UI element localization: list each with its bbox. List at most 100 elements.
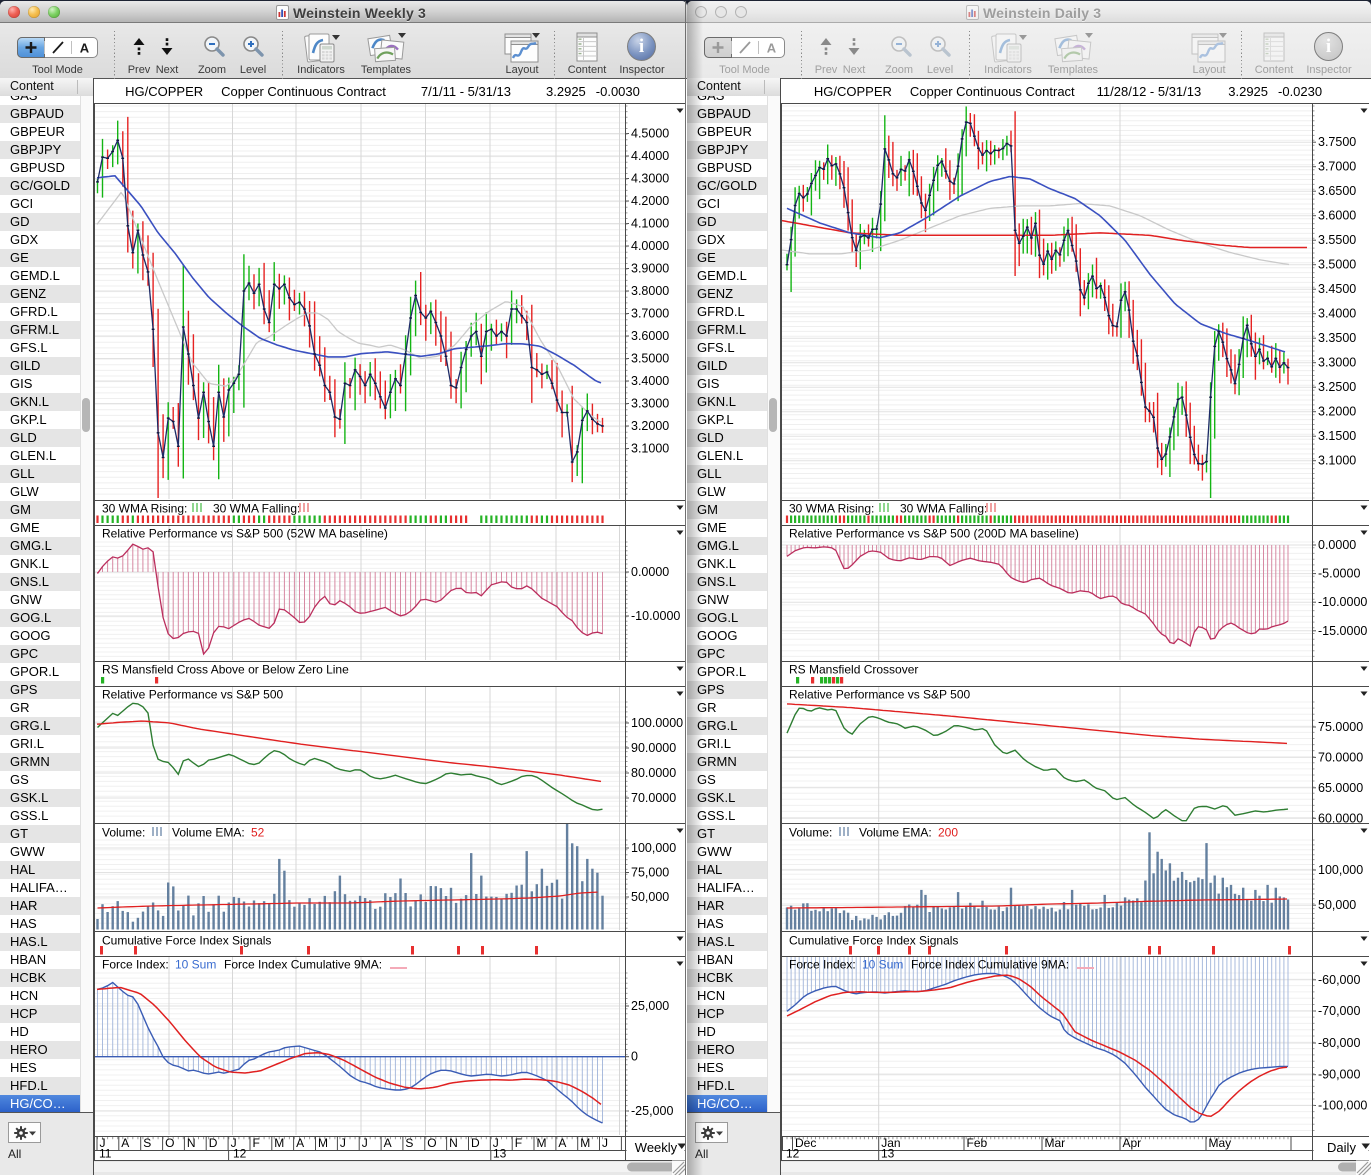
- svg-text:10 Sum: 10 Sum: [175, 958, 216, 972]
- svg-text:12: 12: [786, 1147, 800, 1161]
- svg-text:May: May: [1209, 1136, 1232, 1150]
- svg-text:S: S: [143, 1136, 151, 1150]
- svg-text:A: A: [296, 1136, 304, 1150]
- svg-text:Relative Performance vs S&P 50: Relative Performance vs S&P 500 (200D MA…: [789, 527, 1079, 541]
- svg-text:Mar: Mar: [1045, 1136, 1066, 1150]
- svg-text:4.5000: 4.5000: [631, 127, 669, 141]
- svg-text:Force Index Cumulative 9MA:: Force Index Cumulative 9MA:: [911, 958, 1069, 972]
- svg-text:3.7000: 3.7000: [631, 307, 669, 321]
- svg-text:3.2500: 3.2500: [1318, 380, 1356, 394]
- svg-text:3.3000: 3.3000: [631, 397, 669, 411]
- svg-text:25,000: 25,000: [631, 999, 669, 1013]
- svg-text:A: A: [767, 41, 777, 56]
- svg-text:4.0000: 4.0000: [631, 239, 669, 253]
- svg-text:0.0000: 0.0000: [631, 565, 669, 579]
- svg-text:0.0000: 0.0000: [1318, 538, 1356, 552]
- svg-text:100,000: 100,000: [1318, 863, 1363, 877]
- svg-text:Force Index:: Force Index:: [102, 958, 169, 972]
- svg-text:Apr: Apr: [1123, 1136, 1142, 1150]
- svg-text:M: M: [537, 1136, 547, 1150]
- svg-text:Daily: Daily: [1327, 1140, 1356, 1155]
- svg-text:4.1000: 4.1000: [631, 217, 669, 231]
- svg-text:Cumulative Force Index Signals: Cumulative Force Index Signals: [789, 934, 958, 948]
- svg-text:D: D: [471, 1136, 480, 1150]
- svg-text:Volume EMA:: Volume EMA:: [172, 826, 245, 840]
- svg-text:90.0000: 90.0000: [631, 741, 676, 755]
- svg-text:3.8000: 3.8000: [631, 284, 669, 298]
- svg-text:3.6500: 3.6500: [1318, 184, 1356, 198]
- svg-text:J: J: [340, 1136, 346, 1150]
- svg-text:3.4500: 3.4500: [1318, 282, 1356, 296]
- svg-text:J: J: [602, 1136, 608, 1150]
- svg-text:Cumulative Force Index Signals: Cumulative Force Index Signals: [102, 934, 271, 948]
- svg-text:4.3000: 4.3000: [631, 172, 669, 186]
- svg-text:11: 11: [99, 1147, 112, 1161]
- svg-text:3.6000: 3.6000: [631, 329, 669, 343]
- svg-text:Relative Performance vs S&P 50: Relative Performance vs S&P 500 (52W MA …: [102, 527, 388, 541]
- svg-text:3.1000: 3.1000: [631, 442, 669, 456]
- svg-text:3.3500: 3.3500: [1318, 331, 1356, 345]
- svg-text:3.4000: 3.4000: [1318, 307, 1356, 321]
- svg-text:-5.0000: -5.0000: [1318, 567, 1360, 581]
- svg-text:50,000: 50,000: [631, 890, 669, 904]
- svg-text:A: A: [121, 1136, 129, 1150]
- svg-text:Volume:: Volume:: [789, 826, 832, 840]
- svg-text:Weekly: Weekly: [635, 1140, 678, 1155]
- svg-text:O: O: [165, 1136, 174, 1150]
- svg-text:3.7000: 3.7000: [1318, 160, 1356, 174]
- svg-text:-15.0000: -15.0000: [1318, 624, 1367, 638]
- svg-text:13: 13: [493, 1147, 507, 1161]
- svg-text:-25,000: -25,000: [631, 1104, 673, 1118]
- svg-text:Relative Performance vs S&P 50: Relative Performance vs S&P 500: [102, 688, 284, 702]
- svg-text:12: 12: [233, 1147, 247, 1161]
- svg-text:-10.0000: -10.0000: [631, 609, 680, 623]
- svg-text:-60,000: -60,000: [1318, 973, 1360, 987]
- svg-text:Volume EMA:: Volume EMA:: [859, 826, 932, 840]
- svg-text:Volume:: Volume:: [102, 826, 145, 840]
- svg-text:3.5000: 3.5000: [1318, 258, 1356, 272]
- svg-text:3.3000: 3.3000: [1318, 356, 1356, 370]
- svg-text:3.1500: 3.1500: [1318, 429, 1356, 443]
- svg-text:N: N: [187, 1136, 196, 1150]
- svg-text:10 Sum: 10 Sum: [862, 958, 903, 972]
- svg-text:50,000: 50,000: [1318, 898, 1356, 912]
- svg-text:3.2000: 3.2000: [1318, 405, 1356, 419]
- svg-text:80.0000: 80.0000: [631, 766, 676, 780]
- svg-text:30 WMA Rising:: 30 WMA Rising:: [102, 502, 187, 516]
- svg-text:Relative Performance vs S&P 50: Relative Performance vs S&P 500: [789, 688, 971, 702]
- svg-text:3.2000: 3.2000: [631, 419, 669, 433]
- svg-text:3.5500: 3.5500: [1318, 233, 1356, 247]
- svg-text:-90,000: -90,000: [1318, 1068, 1360, 1082]
- svg-text:0: 0: [631, 1050, 638, 1064]
- svg-text:3.4000: 3.4000: [631, 374, 669, 388]
- svg-text:75.0000: 75.0000: [1318, 720, 1363, 734]
- svg-text:N: N: [449, 1136, 458, 1150]
- svg-text:-70,000: -70,000: [1318, 1004, 1360, 1018]
- svg-text:A: A: [384, 1136, 392, 1150]
- svg-text:RS Mansfield Crossover: RS Mansfield Crossover: [789, 663, 918, 677]
- svg-text:3.6000: 3.6000: [1318, 209, 1356, 223]
- svg-text:Force Index:: Force Index:: [789, 958, 856, 972]
- svg-text:-100,000: -100,000: [1318, 1099, 1367, 1113]
- svg-text:75,000: 75,000: [631, 866, 669, 880]
- svg-text:3.9000: 3.9000: [631, 262, 669, 276]
- svg-text:30 WMA Rising:: 30 WMA Rising:: [789, 502, 874, 516]
- svg-text:100.0000: 100.0000: [631, 716, 683, 730]
- svg-text:-10.0000: -10.0000: [1318, 595, 1367, 609]
- svg-text:200: 200: [938, 826, 958, 840]
- svg-text:3.1000: 3.1000: [1318, 454, 1356, 468]
- svg-text:-80,000: -80,000: [1318, 1036, 1360, 1050]
- svg-text:60.0000: 60.0000: [1318, 811, 1363, 825]
- svg-text:52: 52: [251, 826, 265, 840]
- svg-text:M: M: [318, 1136, 328, 1150]
- svg-text:J: J: [362, 1136, 368, 1150]
- svg-text:S: S: [405, 1136, 413, 1150]
- svg-text:4.2000: 4.2000: [631, 194, 669, 208]
- svg-text:RS Mansfield Cross Above or Be: RS Mansfield Cross Above or Below Zero L…: [102, 663, 349, 677]
- svg-text:70.0000: 70.0000: [631, 791, 676, 805]
- svg-text:30 WMA Falling:: 30 WMA Falling:: [213, 502, 300, 516]
- svg-text:F: F: [515, 1136, 522, 1150]
- svg-text:30 WMA Falling:: 30 WMA Falling:: [900, 502, 987, 516]
- svg-text:100,000: 100,000: [631, 841, 676, 855]
- svg-text:M: M: [580, 1136, 590, 1150]
